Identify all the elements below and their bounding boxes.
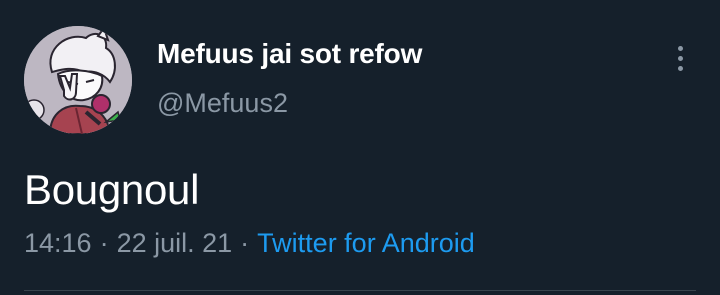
tweet-time[interactable]: 14:16 — [24, 228, 92, 258]
divider — [24, 290, 696, 291]
tweet-metadata: 14:16 · 22 juil. 21 · Twitter for Android — [24, 228, 475, 259]
more-options-button[interactable] — [664, 40, 696, 76]
more-vertical-icon — [677, 65, 683, 71]
avatar[interactable] — [24, 26, 132, 134]
display-name[interactable]: Mefuus jai sot refow — [157, 38, 422, 70]
tweet-date[interactable]: 22 juil. 21 — [117, 228, 233, 258]
user-handle[interactable]: @Mefuus2 — [157, 88, 288, 119]
more-vertical-icon — [677, 55, 683, 61]
tweet-text: Bougnoul — [24, 166, 200, 213]
meta-separator: · — [240, 228, 250, 258]
tweet-detail: Mefuus jai sot refow @Mefuus2 Bougnoul 1… — [0, 0, 720, 295]
avatar-illustration — [24, 26, 132, 134]
meta-separator: · — [99, 228, 109, 258]
more-vertical-icon — [677, 45, 683, 51]
tweet-source-link[interactable]: Twitter for Android — [257, 228, 475, 258]
